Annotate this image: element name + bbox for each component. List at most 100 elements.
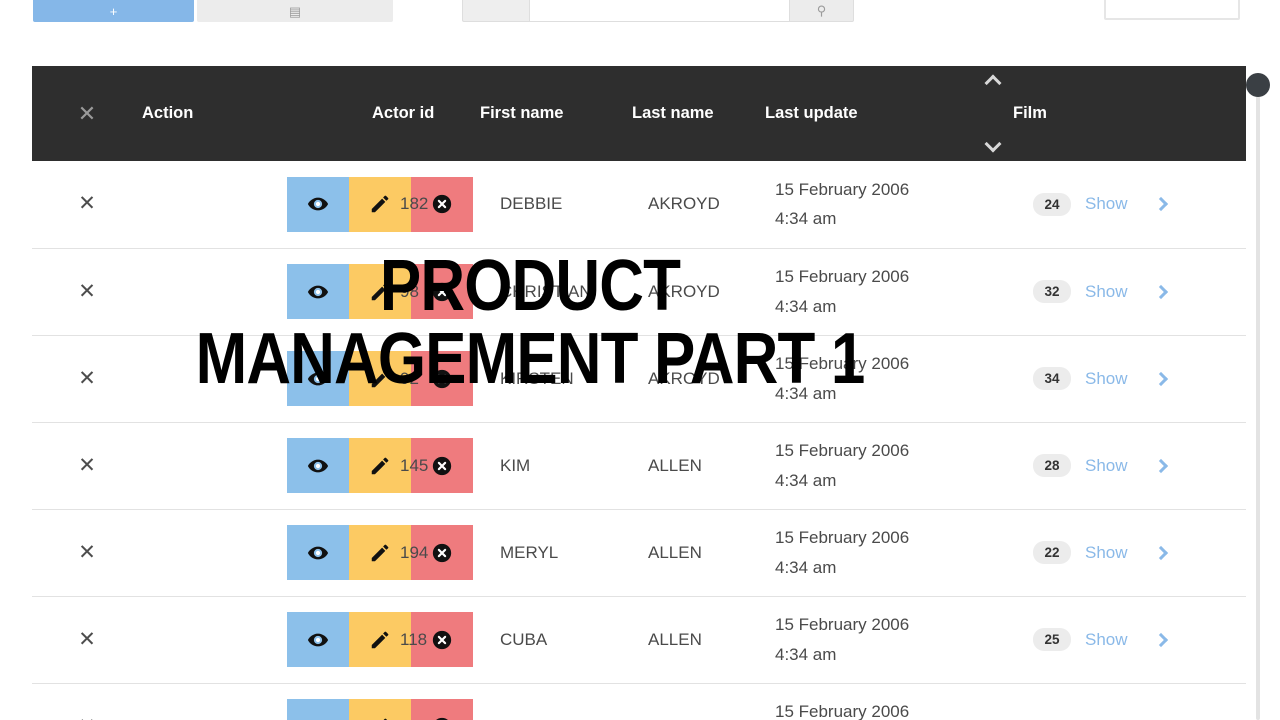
- row-delete-cell[interactable]: ✕: [32, 683, 142, 720]
- row-delete-cell[interactable]: ✕: [32, 422, 142, 509]
- header-action-label: Action: [142, 104, 194, 122]
- pencil-icon: [369, 455, 391, 477]
- close-icon[interactable]: ✕: [78, 628, 96, 651]
- action-button-group: [287, 438, 473, 493]
- cell-last-update: 15 February 2006 4:34 am: [765, 248, 1013, 335]
- row-delete-cell[interactable]: ✕: [32, 335, 142, 422]
- cell-last-name: AKROYD: [648, 368, 720, 388]
- pencil-icon: [369, 542, 391, 564]
- delete-button[interactable]: [411, 351, 473, 406]
- action-button-group: [287, 525, 473, 580]
- chevron-right-icon[interactable]: [1153, 458, 1168, 473]
- pencil-icon: [369, 629, 391, 651]
- row-delete-cell[interactable]: ✕: [32, 161, 142, 248]
- header-actor-id[interactable]: Actor id: [372, 66, 480, 161]
- actors-table-wrapper: ✕ Action Actor id First name Last name L…: [32, 66, 1246, 720]
- filter-icon[interactable]: [462, 0, 529, 22]
- chevron-right-icon[interactable]: [1153, 197, 1168, 212]
- pencil-icon: [369, 193, 391, 215]
- header-film-label: Film: [1013, 104, 1047, 122]
- film-show-link[interactable]: Show: [1085, 282, 1128, 302]
- actors-table: ✕ Action Actor id First name Last name L…: [32, 66, 1246, 720]
- close-icon[interactable]: ✕: [78, 715, 96, 720]
- film-show-link[interactable]: Show: [1085, 630, 1128, 650]
- film-cell-content: 32 Show: [1013, 280, 1246, 303]
- film-count-badge: 24: [1033, 192, 1071, 216]
- close-icon[interactable]: ✕: [78, 280, 96, 303]
- view-button[interactable]: [287, 438, 349, 493]
- header-film[interactable]: Film: [1013, 66, 1246, 161]
- header-first-name[interactable]: First name: [480, 66, 632, 161]
- chevron-up-icon[interactable]: [986, 76, 1001, 85]
- film-show-link[interactable]: Show: [1085, 194, 1128, 214]
- add-button[interactable]: +: [33, 0, 194, 22]
- search-button[interactable]: ⚲: [790, 0, 854, 22]
- film-show-link[interactable]: Show: [1085, 369, 1128, 389]
- close-icon[interactable]: ✕: [78, 541, 96, 564]
- header-action[interactable]: Action: [142, 66, 372, 161]
- columns-button[interactable]: ▤: [197, 0, 393, 22]
- cell-last-update: 15 February 2006 4:34 am: [765, 509, 1013, 596]
- row-action-cell: [142, 422, 473, 509]
- chevron-right-icon[interactable]: [1153, 371, 1168, 386]
- row-action-cell: [142, 248, 473, 335]
- film-show-link[interactable]: Show: [1085, 456, 1128, 476]
- view-button[interactable]: [287, 351, 349, 406]
- search-input[interactable]: [529, 0, 790, 22]
- header-last-update-label: Last update: [765, 104, 858, 122]
- page-size-field[interactable]: [1104, 0, 1240, 20]
- cell-last-name: ASTAIRE: [632, 683, 765, 720]
- view-button[interactable]: [287, 525, 349, 580]
- table-row[interactable]: ✕ 92 KIRSTEN AKROYD 15 February 2006 4:34 am 3…: [32, 335, 1246, 422]
- last-update-time: 4:34 am: [775, 209, 837, 229]
- last-update-time: 4:34 am: [775, 383, 837, 403]
- cell-film: 22 Show: [1013, 509, 1246, 596]
- table-header-row: ✕ Action Actor id First name Last name L…: [32, 66, 1246, 161]
- table-row[interactable]: ✕ 145 KIM ALLEN 15 February 2006 4:34 am 28 Sho…: [32, 422, 1246, 509]
- table-head: ✕ Action Actor id First name Last name L…: [32, 66, 1246, 161]
- view-button[interactable]: [287, 699, 349, 720]
- action-button-group: [287, 264, 473, 319]
- film-show-link[interactable]: Show: [1085, 717, 1128, 720]
- view-button[interactable]: [287, 612, 349, 667]
- chevron-right-icon[interactable]: [1153, 284, 1168, 299]
- last-update-date: 15 February 2006: [775, 441, 910, 461]
- close-icon[interactable]: ✕: [78, 367, 96, 390]
- table-row[interactable]: ✕ 182 DEBBIE AKROYD 15 February 2006 4:34 am 2…: [32, 161, 1246, 248]
- eye-icon: [307, 542, 329, 564]
- row-delete-cell[interactable]: ✕: [32, 248, 142, 335]
- delete-button[interactable]: [411, 264, 473, 319]
- last-update-date: 15 February 2006: [775, 354, 910, 374]
- view-button[interactable]: [287, 176, 349, 232]
- cell-film: 25 Show: [1013, 596, 1246, 683]
- scrollbar-track[interactable]: [1256, 86, 1260, 720]
- close-icon[interactable]: ✕: [78, 454, 96, 477]
- delete-button[interactable]: [411, 699, 473, 720]
- sort-controls[interactable]: [978, 66, 1008, 161]
- view-button[interactable]: [287, 264, 349, 319]
- delete-circle-icon: [431, 455, 453, 477]
- header-delete-column[interactable]: ✕: [32, 66, 142, 161]
- chevron-right-icon[interactable]: [1153, 545, 1168, 560]
- chevron-down-icon[interactable]: [986, 140, 1001, 149]
- last-update-time: 4:34 am: [775, 296, 837, 316]
- chevron-right-icon[interactable]: [1153, 632, 1168, 647]
- film-show-link[interactable]: Show: [1085, 543, 1128, 563]
- delete-circle-icon: [431, 193, 453, 215]
- last-update-date: 15 February 2006: [775, 267, 910, 287]
- action-button-group: [287, 612, 473, 667]
- table-row[interactable]: ✕76ANGELINAASTAIRE15 February 20064:34 a…: [32, 683, 1246, 720]
- row-delete-cell[interactable]: ✕: [32, 596, 142, 683]
- scrollbar-thumb[interactable]: [1246, 73, 1270, 97]
- row-delete-cell[interactable]: ✕: [32, 509, 142, 596]
- close-icon[interactable]: ✕: [78, 192, 96, 215]
- table-row[interactable]: ✕ 194 MERYL ALLEN 15 February 2006 4:34 am 22 S…: [32, 509, 1246, 596]
- table-row[interactable]: ✕ 118 CUBA ALLEN 15 February 2006 4:34 am 25 Sh…: [32, 596, 1246, 683]
- table-body: ✕ 182 DEBBIE AKROYD 15 February 2006 4:34 am 2…: [32, 161, 1246, 720]
- close-icon[interactable]: ✕: [32, 101, 142, 127]
- cell-first-name: CUBA: [500, 629, 548, 649]
- table-row[interactable]: ✕ 98 CHRISTIAN AKROYD 15 February 2006 4:34 a…: [32, 248, 1246, 335]
- header-last-update[interactable]: Last update: [765, 66, 1013, 161]
- last-update-time: 4:34 am: [775, 557, 837, 577]
- header-last-name[interactable]: Last name: [632, 66, 765, 161]
